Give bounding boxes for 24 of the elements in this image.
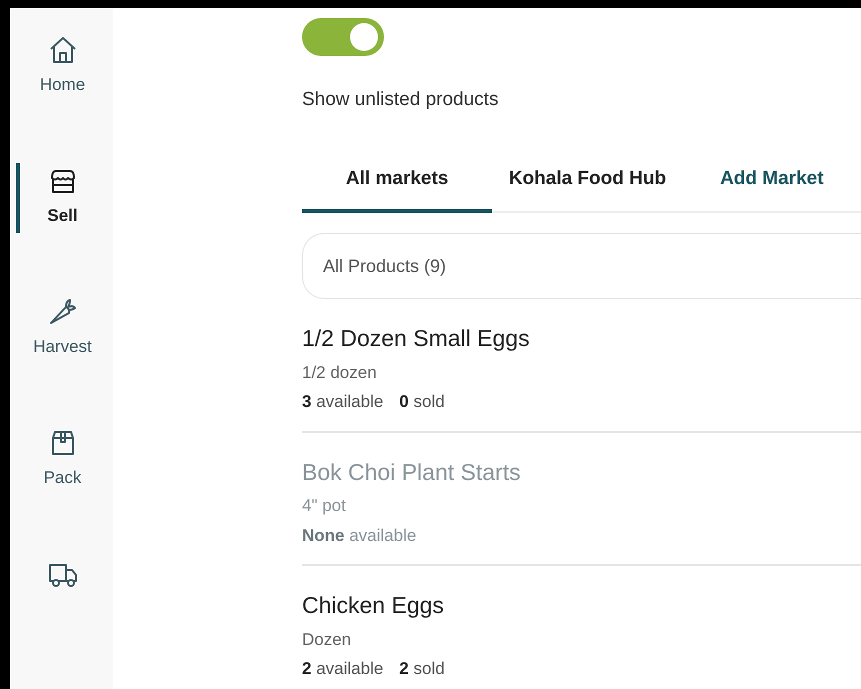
sidebar-item[interactable]: Pack [10,427,113,558]
market-tab[interactable]: All markets [302,156,492,213]
stock-count: 3 available [302,391,384,413]
product-name: 1/2 Dozen Small Eggs [302,324,531,353]
toggle-switch[interactable] [302,18,384,56]
product-row[interactable]: 1/2 Dozen Small Eggs 1/2 dozen 3 available 0 sold [302,299,861,432]
toggle-label: Show unlisted products [302,88,500,112]
sidebar-item[interactable]: Harvest [10,296,113,427]
product-unit: Dozen [302,628,352,650]
product-unit: 1/2 dozen [302,362,378,384]
market-tab[interactable]: Kohala Food Hub [492,156,683,213]
stock-count: 2 sold [399,658,445,680]
sidebar-item[interactable]: Sell [10,165,113,296]
product-name: Chicken Eggs [302,591,445,620]
product-name: Bok Choi Plant Starts [302,458,522,486]
product-unit: 4" pot [302,495,347,517]
stock-count: 2 available [302,658,384,680]
product-row[interactable]: Chicken Eggs Dozen 2 available 2 sold [302,566,861,689]
product-row[interactable]: Bok Choi Plant Starts 4" pot None available [302,432,861,566]
add-market-link[interactable]: Add Market [682,156,861,213]
stock-count: None available [302,524,416,546]
product-filter-field[interactable]: All Products (9) [302,233,861,299]
sidebar-item[interactable]: Home [10,34,113,165]
stock-count: 0 sold [399,391,445,413]
